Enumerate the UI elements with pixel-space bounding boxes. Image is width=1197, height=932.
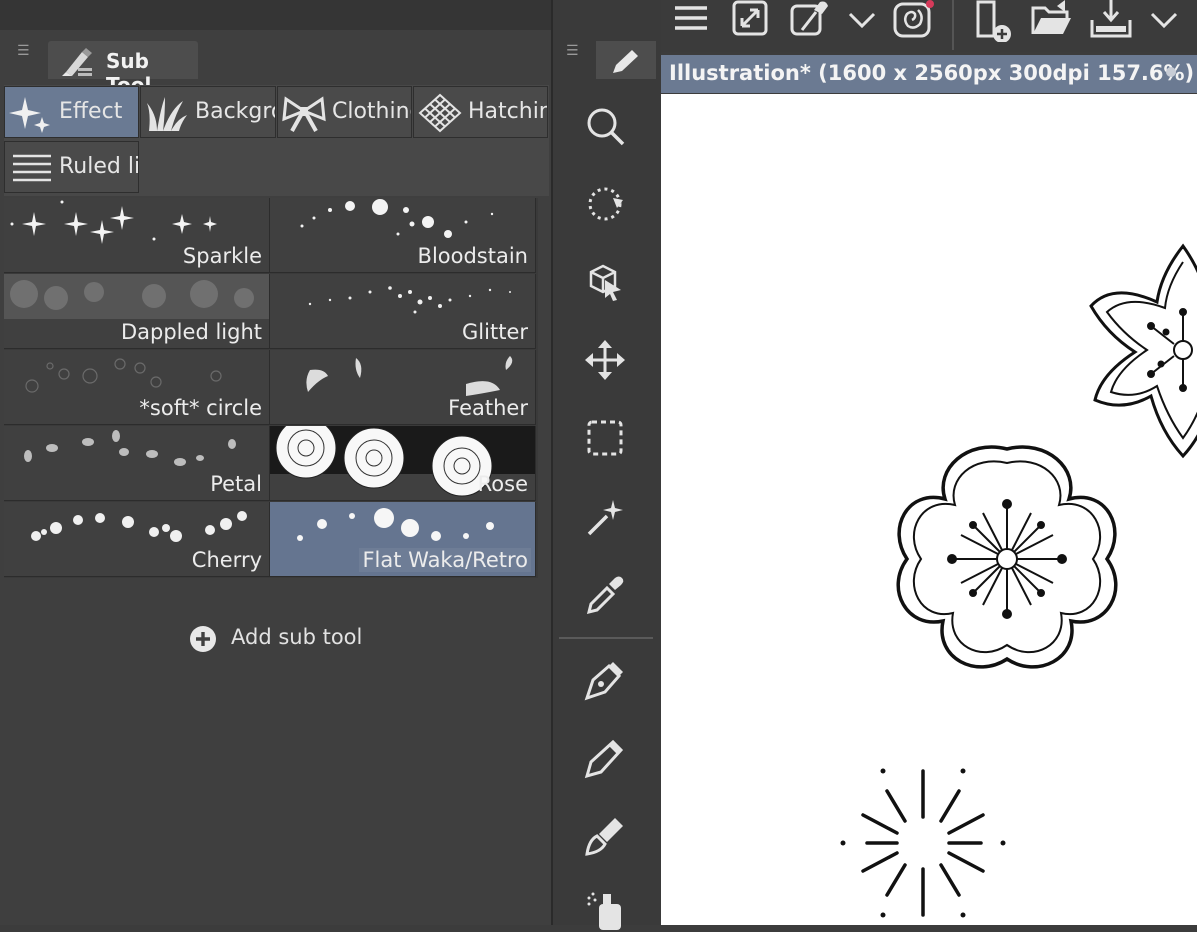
tool-name: Flat Waka/Retro [359,548,531,572]
panel-top-strip [0,0,551,30]
tool-item-feather[interactable]: Feather [270,350,536,425]
toolbar-separator [952,0,954,50]
starburst [840,768,1006,918]
tool-name: Cherry [191,548,262,572]
rotate-icon[interactable] [583,182,627,226]
save-export-icon[interactable] [1090,0,1132,42]
tool-name: Petal [210,472,262,496]
group-ruled-lines-label: Ruled li [59,154,139,179]
subtool-panel: ☰ Sub Tool Effect Backgro Clothing [0,0,551,925]
color-picker-icon[interactable] [788,0,830,42]
bow-icon [282,96,326,132]
tool-item-dappled-light[interactable]: Dappled light [4,274,270,349]
tool-item-flat-waka-retro[interactable]: Flat Waka/Retro [270,502,536,577]
group-effect[interactable]: Effect [4,86,139,138]
group-background-label: Backgro [195,99,276,124]
drawing-canvas[interactable] [661,94,1197,925]
crosshatch-icon [418,93,462,133]
canvas-title-bar[interactable]: Illustration* (1600 x 2560px 300dpi 157.… [661,55,1197,93]
ruled-lines-icon [13,154,51,182]
panel-menu-icon[interactable]: ☰ [17,44,30,58]
pencil-icon[interactable] [583,736,627,780]
zoom-icon[interactable] [583,104,627,148]
tool-name: Dappled light [120,320,262,344]
tool-name: Sparkle [182,244,262,268]
tool-divider [559,637,653,639]
group-clothing-label: Clothing [332,99,411,124]
group-effect-label: Effect [59,99,123,124]
group-ruled-lines[interactable]: Ruled li [4,141,139,193]
open-folder-icon[interactable] [1031,0,1073,42]
tool-item-rose[interactable]: Rose [270,426,536,501]
grass-icon [147,97,187,131]
tool-name: Bloodstain [417,244,528,268]
tool-panel-menu-icon[interactable]: ☰ [566,44,579,58]
sparkle-icon [9,97,50,133]
tool-item-sparkle[interactable]: Sparkle [4,198,270,273]
brush-icon[interactable] [583,814,627,858]
spiral-app-icon[interactable] [892,0,934,42]
eyedropper-icon[interactable] [583,572,627,616]
tool-name: Rose [477,472,528,496]
tool-tab-pen-icon [613,50,638,73]
group-hatching[interactable]: Hatchin [413,86,548,138]
subtool-icon [62,48,92,76]
tool-item-petal[interactable]: Petal [4,426,270,501]
add-subtool-label: Add sub tool [231,625,363,649]
tool-item-glitter[interactable]: Glitter [270,274,536,349]
canvas-artwork [840,243,1197,918]
auto-select-wand-icon[interactable] [583,494,627,538]
fit-to-screen-icon[interactable] [730,0,772,42]
tool-item-bloodstain[interactable]: Bloodstain [270,198,536,273]
tool-name: *soft* circle [139,396,262,420]
move-icon[interactable] [583,338,627,382]
group-background[interactable]: Backgro [140,86,276,138]
tool-name: Glitter [462,320,528,344]
tool-item-cherry[interactable]: Cherry [4,502,270,577]
menu-icon[interactable] [670,0,712,42]
plum-flower [896,445,1118,669]
tool-name: Feather [448,396,528,420]
pen-icon[interactable] [583,658,627,702]
unsaved-dot-icon [1166,67,1176,77]
group-hatching-label: Hatchin [468,99,548,124]
canvas-title: Illustration* (1600 x 2560px 300dpi 157.… [669,61,1195,85]
new-file-icon[interactable] [974,0,1016,42]
dropdown-chevron-icon[interactable] [1144,0,1186,42]
airbrush-icon[interactable] [583,888,627,932]
object-select-icon[interactable] [583,260,627,304]
tab-subtool[interactable]: Sub Tool [48,41,198,97]
plus-circle-icon [190,626,216,652]
selection-icon[interactable] [583,416,627,460]
dropdown-chevron-icon[interactable] [842,0,884,42]
tab-tool[interactable] [596,41,656,79]
group-clothing[interactable]: Clothing [277,86,412,138]
tool-item-soft-circle[interactable]: *soft* circle [4,350,270,425]
